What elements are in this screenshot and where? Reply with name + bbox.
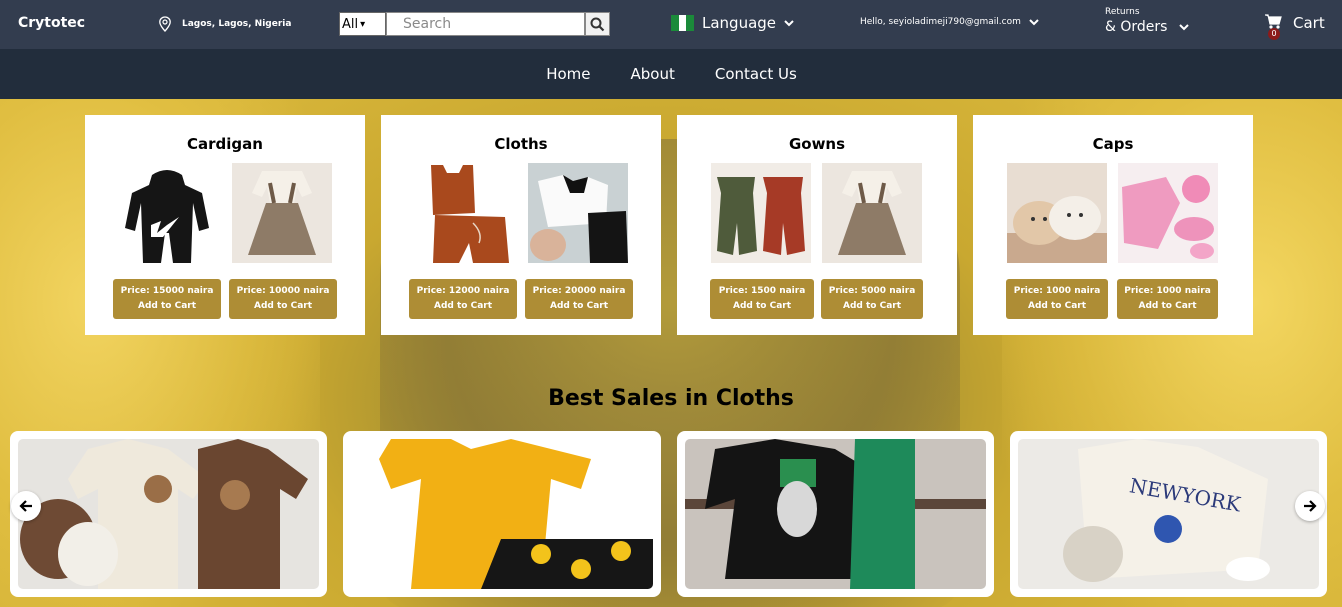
product-image bbox=[18, 439, 319, 589]
category-title: Gowns bbox=[788, 135, 846, 153]
cta-text: Add to Cart bbox=[1027, 301, 1087, 311]
returns-orders[interactable]: Returns & Orders bbox=[1105, 7, 1190, 35]
cta-text: Add to Cart bbox=[253, 301, 313, 311]
category-card-caps: Caps Price: 1000 naira Add to Cart Price… bbox=[973, 115, 1253, 335]
carousel-next-button[interactable] bbox=[1295, 491, 1325, 521]
cart-count-badge: 0 bbox=[1268, 28, 1280, 40]
cta-text: Add to Cart bbox=[732, 301, 792, 311]
arrow-left-icon bbox=[19, 500, 32, 512]
location-text: Lagos, Lagos, Nigeria bbox=[182, 19, 292, 29]
main-nav: Home About Contact Us bbox=[0, 49, 1342, 99]
product-image[interactable] bbox=[1118, 163, 1218, 263]
nigeria-flag-icon bbox=[671, 15, 695, 31]
search-input[interactable] bbox=[386, 12, 585, 36]
best-sales-title: Best Sales in Cloths bbox=[548, 386, 794, 411]
nav-about[interactable]: About bbox=[631, 65, 675, 83]
price-text: Price: 10000 naira bbox=[236, 286, 330, 296]
price-text: Price: 1000 naira bbox=[1124, 286, 1211, 296]
returns-label: Returns bbox=[1105, 7, 1140, 17]
cta-text: Add to Cart bbox=[842, 301, 902, 311]
price-text: Price: 1000 naira bbox=[1013, 286, 1101, 296]
category-title: Cardigan bbox=[187, 135, 263, 153]
search-bar: All ▾ bbox=[339, 12, 610, 36]
chevron-down-icon: ▾ bbox=[360, 18, 366, 30]
category-card-cardigan: Cardigan Price: 15000 naira Add to Cart … bbox=[85, 115, 365, 335]
site-logo[interactable]: Crytotec bbox=[18, 15, 85, 31]
orders-label: & Orders bbox=[1105, 19, 1168, 35]
language-selector[interactable]: Language bbox=[671, 14, 794, 32]
cart-button[interactable]: 0 Cart bbox=[1265, 14, 1325, 40]
nav-home[interactable]: Home bbox=[546, 65, 590, 83]
carousel-prev-button[interactable] bbox=[11, 491, 41, 521]
add-to-cart-button[interactable]: Price: 1500 naira Add to Cart bbox=[710, 279, 814, 319]
nav-contact-us[interactable]: Contact Us bbox=[715, 65, 797, 83]
add-to-cart-button[interactable]: Price: 1000 naira Add to Cart bbox=[1006, 279, 1108, 319]
product-image[interactable] bbox=[413, 163, 513, 263]
category-title: Caps bbox=[1092, 135, 1134, 153]
cta-text: Add to Cart bbox=[433, 301, 493, 311]
cta-text: Add to Cart bbox=[1138, 301, 1197, 311]
category-card-gowns: Gowns Price: 1500 naira Add to Cart Pric… bbox=[677, 115, 957, 335]
chevron-down-icon bbox=[784, 19, 794, 26]
search-button[interactable] bbox=[585, 12, 610, 36]
language-label: Language bbox=[702, 14, 777, 32]
category-card-cloths: Cloths Price: 12000 naira Add to Cart Pr… bbox=[381, 115, 661, 335]
account-menu[interactable]: Hello, seyioladimeji790@gmail.com bbox=[860, 17, 1039, 27]
cta-text: Add to Cart bbox=[549, 301, 609, 311]
product-image[interactable] bbox=[1007, 163, 1107, 263]
add-to-cart-button[interactable]: Price: 20000 naira Add to Cart bbox=[525, 279, 633, 319]
product-image[interactable] bbox=[711, 163, 811, 263]
add-to-cart-button[interactable]: Price: 1000 naira Add to Cart bbox=[1117, 279, 1218, 319]
product-image bbox=[351, 439, 653, 589]
carousel-slide[interactable]: NEWYORK bbox=[1010, 431, 1327, 597]
carousel-slide[interactable] bbox=[10, 431, 327, 597]
price-text: Price: 1500 naira bbox=[718, 286, 806, 296]
map-pin-icon bbox=[159, 16, 171, 32]
product-image bbox=[685, 439, 986, 589]
arrow-right-icon bbox=[1304, 500, 1317, 512]
add-to-cart-button[interactable]: Price: 12000 naira Add to Cart bbox=[409, 279, 517, 319]
price-text: Price: 12000 naira bbox=[416, 286, 510, 296]
cta-text: Add to Cart bbox=[137, 301, 197, 311]
search-category-value: All bbox=[342, 16, 359, 32]
category-title: Cloths bbox=[494, 135, 548, 153]
carousel-slide[interactable] bbox=[677, 431, 994, 597]
carousel-slide[interactable] bbox=[343, 431, 661, 597]
chevron-down-icon bbox=[1179, 23, 1190, 30]
delivery-location[interactable]: Lagos, Lagos, Nigeria bbox=[158, 16, 291, 32]
add-to-cart-button[interactable]: Price: 10000 naira Add to Cart bbox=[229, 279, 337, 319]
product-image[interactable] bbox=[528, 163, 628, 263]
price-text: Price: 5000 naira bbox=[828, 286, 916, 296]
product-image: NEWYORK bbox=[1018, 439, 1319, 589]
add-to-cart-button[interactable]: Price: 5000 naira Add to Cart bbox=[821, 279, 923, 319]
greeting-text: Hello, seyioladimeji790@gmail.com bbox=[860, 17, 1021, 27]
search-icon bbox=[590, 17, 605, 31]
product-image[interactable] bbox=[232, 163, 332, 263]
product-image[interactable] bbox=[822, 163, 922, 263]
chevron-down-icon bbox=[1029, 18, 1039, 25]
price-text: Price: 15000 naira bbox=[120, 286, 214, 296]
search-category-select[interactable]: All ▾ bbox=[339, 12, 386, 36]
top-header: Crytotec Lagos, Lagos, Nigeria All ▾ Lan… bbox=[0, 0, 1342, 49]
price-text: Price: 20000 naira bbox=[532, 286, 626, 296]
product-image[interactable] bbox=[117, 163, 217, 263]
cart-label: Cart bbox=[1293, 14, 1325, 32]
add-to-cart-button[interactable]: Price: 15000 naira Add to Cart bbox=[113, 279, 221, 319]
